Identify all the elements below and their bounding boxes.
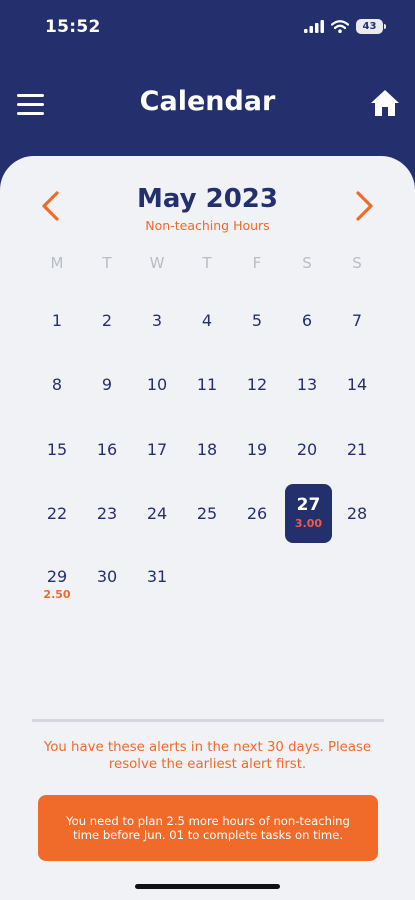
calendar-day[interactable]: 21 [332,440,382,459]
chevron-right-icon[interactable] [355,190,375,222]
weekday-label: T [102,254,112,272]
alert-button[interactable]: You need to plan 2.5 more hours of non-t… [38,795,378,861]
calendar-day[interactable]: 4 [182,311,232,330]
calendar-day[interactable]: 8 [32,375,82,394]
weekday-label: M [50,254,64,272]
calendar-day[interactable]: 30 [82,567,132,586]
calendar-day[interactable]: 3 [132,311,182,330]
divider [32,719,384,722]
month-title: May 2023 [137,184,278,214]
calendar-day[interactable]: 2 [82,311,132,330]
calendar-day[interactable]: 22 [32,504,82,523]
calendar-day[interactable]: 19 [232,440,282,459]
calendar-day[interactable]: 14 [332,375,382,394]
calendar-card: May 2023 Non-teaching Hours M T W T F S … [0,156,415,900]
calendar-day-selected[interactable]: 27 3.00 [285,484,332,543]
home-icon[interactable] [370,88,400,118]
calendar-day[interactable]: 24 [132,504,182,523]
calendar-day[interactable]: 25 [182,504,232,523]
calendar-day[interactable]: 7 [332,311,382,330]
weekday-label: F [252,254,262,272]
calendar-day[interactable]: 18 [182,440,232,459]
home-indicator [135,884,280,889]
day-hours-badge: 2.50 [43,588,71,601]
alert-button-text: You need to plan 2.5 more hours of non-t… [66,814,350,842]
wifi-icon [331,20,349,33]
calendar-day[interactable]: 28 [332,504,382,523]
app-header: Calendar [0,56,415,156]
weekday-label: S [302,254,312,272]
status-bar: 15:52 43 [0,0,415,56]
signal-icon [304,20,324,33]
status-time: 15:52 [45,17,101,37]
calendar-day[interactable]: 26 [232,504,282,523]
month-subtitle: Non-teaching Hours [145,218,270,233]
selected-day-hours: 3.00 [294,517,323,530]
calendar-day[interactable]: 6 [282,311,332,330]
calendar-day[interactable]: 15 [32,440,82,459]
calendar-day[interactable]: 11 [182,375,232,394]
status-icons: 43 [304,19,386,34]
calendar-day[interactable]: 10 [132,375,182,394]
calendar-day[interactable]: 1 [32,311,82,330]
calendar-day[interactable]: 9 [82,375,132,394]
calendar-day[interactable]: 5 [232,311,282,330]
weekday-label: T [202,254,212,272]
weekday-label: S [352,254,362,272]
calendar-day[interactable]: 12 [232,375,282,394]
alert-message: You have these alerts in the next 30 day… [43,740,372,772]
calendar-day[interactable]: 13 [282,375,332,394]
battery-indicator: 43 [356,19,386,34]
calendar-day[interactable]: 23 [82,504,132,523]
calendar-day[interactable]: 16 [82,440,132,459]
selected-day-number: 27 [296,495,321,515]
calendar-day[interactable]: 29 [32,567,82,586]
calendar-day[interactable]: 31 [132,567,182,586]
page-title: Calendar [139,86,276,117]
weekday-label: W [149,254,165,272]
calendar-day[interactable]: 20 [282,440,332,459]
calendar-day[interactable]: 17 [132,440,182,459]
